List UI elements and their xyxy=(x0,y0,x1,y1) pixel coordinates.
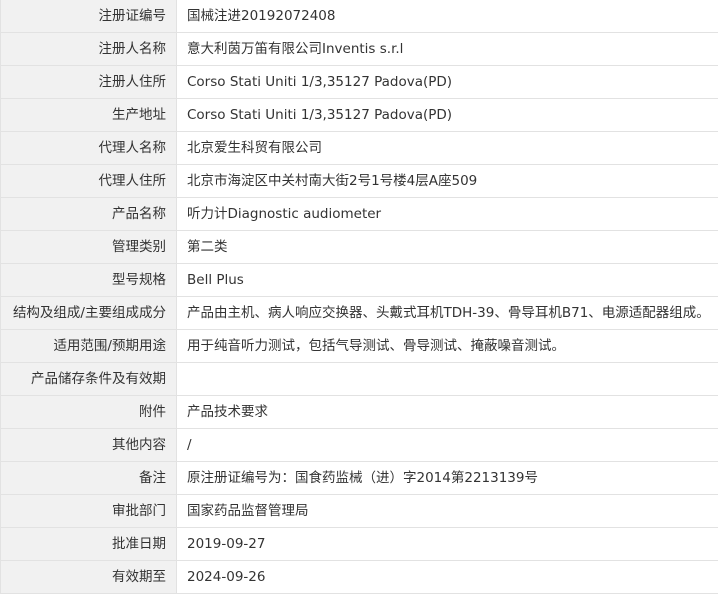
value-production-address: Corso Stati Uniti 1/3,35127 Padova(PD) xyxy=(177,99,718,131)
value-agent-name: 北京爱生科贸有限公司 xyxy=(177,132,718,164)
row-product-name: 产品名称 听力计Diagnostic audiometer xyxy=(1,198,718,231)
label-agent-address: 代理人住所 xyxy=(1,165,177,197)
value-registrant-address: Corso Stati Uniti 1/3,35127 Padova(PD) xyxy=(177,66,718,98)
value-registration-number: 国械注进20192072408 xyxy=(177,0,718,32)
row-other-content: 其他内容 / xyxy=(1,429,718,462)
label-registration-number: 注册证编号 xyxy=(1,0,177,32)
label-registrant-address: 注册人住所 xyxy=(1,66,177,98)
row-registrant-address: 注册人住所 Corso Stati Uniti 1/3,35127 Padova… xyxy=(1,66,718,99)
value-agent-address: 北京市海淀区中关村南大街2号1号楼4层A座509 xyxy=(177,165,718,197)
label-model-spec: 型号规格 xyxy=(1,264,177,296)
value-approval-department: 国家药品监督管理局 xyxy=(177,495,718,527)
value-approval-date: 2019-09-27 xyxy=(177,528,718,560)
row-attachment: 附件 产品技术要求 xyxy=(1,396,718,429)
row-approval-date: 批准日期 2019-09-27 xyxy=(1,528,718,561)
value-product-name: 听力计Diagnostic audiometer xyxy=(177,198,718,230)
value-valid-until: 2024-09-26 xyxy=(177,561,718,593)
value-storage-validity xyxy=(177,363,718,395)
row-registrant-name: 注册人名称 意大利茵万笛有限公司Inventis s.r.l xyxy=(1,33,718,66)
row-registration-number: 注册证编号 国械注进20192072408 xyxy=(1,0,718,33)
label-approval-department: 审批部门 xyxy=(1,495,177,527)
row-agent-name: 代理人名称 北京爱生科贸有限公司 xyxy=(1,132,718,165)
row-storage-validity: 产品储存条件及有效期 xyxy=(1,363,718,396)
value-other-content: / xyxy=(177,429,718,461)
value-model-spec: Bell Plus xyxy=(177,264,718,296)
value-intended-use: 用于纯音听力测试，包括气导测试、骨导测试、掩蔽噪音测试。 xyxy=(177,330,718,362)
label-storage-validity: 产品储存条件及有效期 xyxy=(1,363,177,395)
label-approval-date: 批准日期 xyxy=(1,528,177,560)
row-agent-address: 代理人住所 北京市海淀区中关村南大街2号1号楼4层A座509 xyxy=(1,165,718,198)
label-remarks: 备注 xyxy=(1,462,177,494)
row-remarks: 备注 原注册证编号为：国食药监械（进）字2014第2213139号 xyxy=(1,462,718,495)
value-management-category: 第二类 xyxy=(177,231,718,263)
value-remarks: 原注册证编号为：国食药监械（进）字2014第2213139号 xyxy=(177,462,718,494)
label-attachment: 附件 xyxy=(1,396,177,428)
label-management-category: 管理类别 xyxy=(1,231,177,263)
value-structure-composition: 产品由主机、病人响应交换器、头戴式耳机TDH-39、骨导耳机B71、电源适配器组… xyxy=(177,297,718,329)
label-intended-use: 适用范围/预期用途 xyxy=(1,330,177,362)
row-management-category: 管理类别 第二类 xyxy=(1,231,718,264)
registration-info-table: 注册证编号 国械注进20192072408 注册人名称 意大利茵万笛有限公司In… xyxy=(0,0,718,594)
row-approval-department: 审批部门 国家药品监督管理局 xyxy=(1,495,718,528)
row-intended-use: 适用范围/预期用途 用于纯音听力测试，包括气导测试、骨导测试、掩蔽噪音测试。 xyxy=(1,330,718,363)
label-product-name: 产品名称 xyxy=(1,198,177,230)
row-valid-until: 有效期至 2024-09-26 xyxy=(1,561,718,594)
row-model-spec: 型号规格 Bell Plus xyxy=(1,264,718,297)
label-valid-until: 有效期至 xyxy=(1,561,177,593)
label-production-address: 生产地址 xyxy=(1,99,177,131)
label-structure-composition: 结构及组成/主要组成成分 xyxy=(1,297,177,329)
label-agent-name: 代理人名称 xyxy=(1,132,177,164)
row-structure-composition: 结构及组成/主要组成成分 产品由主机、病人响应交换器、头戴式耳机TDH-39、骨… xyxy=(1,297,718,330)
value-attachment: 产品技术要求 xyxy=(177,396,718,428)
label-other-content: 其他内容 xyxy=(1,429,177,461)
row-production-address: 生产地址 Corso Stati Uniti 1/3,35127 Padova(… xyxy=(1,99,718,132)
value-registrant-name: 意大利茵万笛有限公司Inventis s.r.l xyxy=(177,33,718,65)
label-registrant-name: 注册人名称 xyxy=(1,33,177,65)
